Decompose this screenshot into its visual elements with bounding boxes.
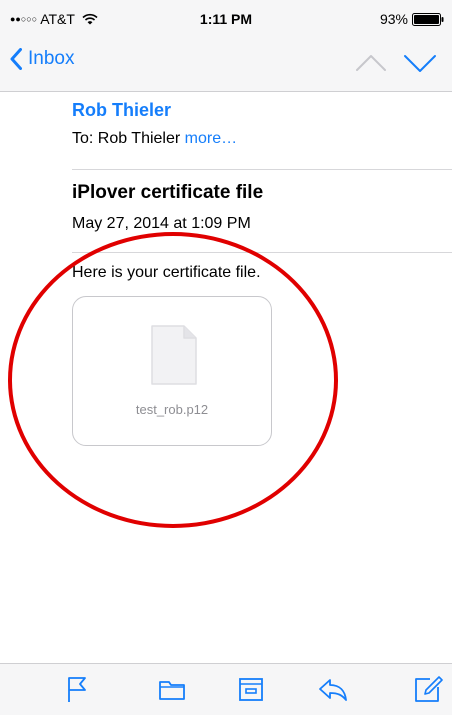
folder-icon	[159, 681, 185, 700]
reply-icon	[319, 679, 347, 701]
to-label: To:	[72, 130, 94, 147]
compose-icon	[415, 676, 443, 702]
more-recipients-link[interactable]: more…	[185, 130, 237, 147]
flag-icon	[68, 677, 86, 702]
message-subject: iPlover certificate file	[72, 182, 264, 203]
top-bars: ●●○○○ AT&T 1:11 PM 93% Inbox	[0, 0, 452, 92]
chevron-up-icon[interactable]	[355, 53, 387, 73]
attachment-tile[interactable]: test_rob.p12	[72, 296, 272, 446]
recipient-name[interactable]: Rob Thieler	[98, 130, 180, 147]
battery-percent: 93%	[379, 11, 408, 27]
back-to-inbox-button[interactable]: Inbox	[10, 48, 74, 70]
bottom-toolbar	[0, 663, 452, 715]
move-to-folder-button[interactable]	[157, 674, 187, 704]
message-subject-header: iPlover certificate file May 27, 2014 at…	[72, 170, 452, 253]
navigation-bar: Inbox	[0, 36, 452, 92]
archive-icon	[239, 678, 263, 701]
reply-button[interactable]	[318, 674, 348, 704]
sender-name[interactable]: Rob Thieler	[72, 100, 171, 121]
status-bar: ●●○○○ AT&T 1:11 PM 93%	[0, 0, 452, 36]
message-body: Here is your certificate file.	[72, 264, 261, 281]
back-button-label: Inbox	[28, 48, 75, 69]
battery-icon	[412, 12, 444, 26]
attachment-filename: test_rob.p12	[135, 402, 209, 417]
archive-button[interactable]	[236, 674, 266, 704]
document-icon	[151, 325, 197, 385]
message-date: May 27, 2014 at 1:09 PM	[72, 215, 251, 232]
chevron-down-icon[interactable]	[403, 53, 437, 73]
recipient-line: To: Rob Thieler more…	[72, 130, 237, 148]
compose-button[interactable]	[413, 674, 443, 704]
battery-status: 93%	[380, 11, 444, 27]
message-sender-header: Rob Thieler To: Rob Thieler more…	[72, 100, 452, 170]
flag-button[interactable]	[62, 674, 92, 704]
chevron-left-icon	[10, 48, 22, 70]
